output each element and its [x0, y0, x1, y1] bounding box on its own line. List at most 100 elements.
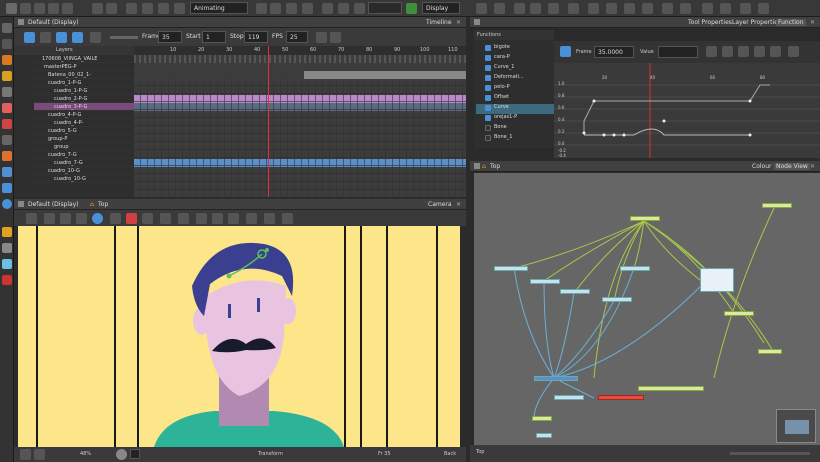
- layer-row[interactable]: cuadro_10-G: [34, 175, 149, 183]
- tab-node-view[interactable]: Node View: [774, 163, 810, 170]
- layer-row[interactable]: cuadro_1-P-G: [34, 79, 149, 87]
- stop-field[interactable]: 119: [244, 31, 268, 43]
- bone-icon[interactable]: [642, 3, 653, 14]
- camera-icon[interactable]: [494, 3, 505, 14]
- peg-node[interactable]: [758, 349, 782, 354]
- layer-row[interactable]: cuadro_2-P-G: [34, 95, 149, 103]
- pin-icon[interactable]: [160, 213, 171, 224]
- skew-icon[interactable]: [302, 3, 313, 14]
- exposure-grid[interactable]: 10 20 30 40 50 60 70 80 90 100 110: [134, 46, 466, 197]
- write-node[interactable]: [598, 395, 644, 400]
- link-icon[interactable]: [568, 3, 579, 14]
- keyframe-add-icon[interactable]: [588, 3, 599, 14]
- stop-icon[interactable]: [40, 32, 51, 43]
- peg-node[interactable]: [638, 386, 704, 391]
- light-bulb-icon[interactable]: [20, 449, 31, 460]
- reset-icon[interactable]: [106, 3, 117, 14]
- key-icon[interactable]: [706, 46, 717, 57]
- new-layer-icon[interactable]: [126, 3, 137, 14]
- line-tool-icon[interactable]: [2, 135, 12, 145]
- close-icon[interactable]: ✕: [810, 19, 815, 26]
- hand-tool-icon[interactable]: [2, 199, 12, 209]
- layer-row[interactable]: cuadro_4-P-G: [34, 111, 149, 119]
- undo-icon[interactable]: [6, 3, 17, 14]
- node-canvas[interactable]: [474, 173, 820, 445]
- bench-icon[interactable]: [246, 213, 257, 224]
- display-node[interactable]: [554, 395, 584, 400]
- envelope-icon[interactable]: [680, 3, 691, 14]
- function-graph[interactable]: [554, 63, 820, 158]
- drawing-canvas[interactable]: [14, 226, 466, 447]
- prev-frame-icon[interactable]: [330, 32, 341, 43]
- redo-icon[interactable]: [92, 3, 103, 14]
- pencil-tool-icon[interactable]: [2, 71, 12, 81]
- layer-row[interactable]: 170608_VIINGA_VAILE: [34, 55, 149, 63]
- paste-icon[interactable]: [48, 3, 59, 14]
- close-icon[interactable]: ✕: [456, 19, 461, 26]
- first-frame-icon[interactable]: [316, 32, 327, 43]
- safe-area-icon[interactable]: [60, 213, 71, 224]
- function-item-selected[interactable]: Curve: [476, 104, 554, 114]
- preview-icon[interactable]: [116, 449, 127, 460]
- drawing-node[interactable]: [620, 266, 650, 271]
- perspective-icon[interactable]: [196, 213, 207, 224]
- stop-motion-icon[interactable]: [338, 3, 349, 14]
- dropper-tool-icon[interactable]: [2, 151, 12, 161]
- volume-icon[interactable]: [90, 32, 101, 43]
- text-tool-icon[interactable]: [2, 87, 12, 97]
- camera-view-select[interactable]: Default (Display): [28, 201, 79, 208]
- cut-icon[interactable]: [20, 3, 31, 14]
- light-icon[interactable]: [178, 213, 189, 224]
- drawing-node[interactable]: [536, 433, 552, 438]
- loop-icon[interactable]: [56, 32, 67, 43]
- drawing-node[interactable]: [560, 289, 590, 294]
- camera-breadcrumb[interactable]: Top: [98, 201, 108, 208]
- drawing-icon[interactable]: [142, 3, 153, 14]
- smooth-icon[interactable]: [740, 3, 751, 14]
- peg-icon[interactable]: [158, 3, 169, 14]
- function-item[interactable]: Bone: [476, 124, 554, 134]
- transform-icon[interactable]: [256, 3, 267, 14]
- volume-slider[interactable]: [110, 36, 138, 39]
- rotate-icon[interactable]: [270, 3, 281, 14]
- function-item[interactable]: Deformati...: [476, 74, 554, 84]
- sound-icon[interactable]: [72, 32, 83, 43]
- drawing-node[interactable]: [494, 266, 528, 271]
- linear-icon[interactable]: [722, 46, 733, 57]
- layer-row[interactable]: cuadro_7-G: [34, 151, 149, 159]
- zoom-level[interactable]: 48%: [80, 451, 91, 457]
- frame-icon[interactable]: [76, 213, 87, 224]
- contour-tool-icon[interactable]: [2, 39, 12, 49]
- copy-icon[interactable]: [34, 3, 45, 14]
- select-tool-icon[interactable]: [2, 23, 12, 33]
- drawing-node[interactable]: [530, 279, 560, 284]
- layer-row[interactable]: masterPEG-P: [34, 63, 149, 71]
- camera-view-icon[interactable]: [34, 449, 45, 460]
- grid-icon[interactable]: [476, 3, 487, 14]
- layer-row[interactable]: cuadro_5-G: [34, 127, 149, 135]
- frame-field[interactable]: 35.0000: [594, 46, 634, 58]
- ease-in-icon[interactable]: [738, 46, 749, 57]
- play-icon[interactable]: [24, 32, 35, 43]
- light-table-icon[interactable]: [530, 3, 541, 14]
- paint-tool-icon[interactable]: [2, 119, 12, 129]
- tab-colour[interactable]: Colour: [752, 163, 771, 170]
- curve-icon[interactable]: [788, 46, 799, 57]
- home-icon[interactable]: ⌂: [90, 201, 94, 208]
- delete-icon[interactable]: [62, 3, 73, 14]
- value-field[interactable]: [658, 46, 698, 58]
- frame-field[interactable]: 35: [158, 31, 182, 43]
- playhead[interactable]: [268, 46, 269, 197]
- keyframe-icon[interactable]: [322, 3, 333, 14]
- function-item[interactable]: Curve_1: [476, 64, 554, 74]
- timeline-view-select[interactable]: Default (Display): [28, 19, 79, 26]
- pencil-icon[interactable]: [174, 3, 185, 14]
- peg-node[interactable]: [532, 416, 552, 421]
- function-item[interactable]: orejas1-P: [476, 114, 554, 124]
- shading-icon[interactable]: [110, 213, 121, 224]
- mode-select[interactable]: Animating: [190, 2, 248, 14]
- frame-ruler[interactable]: 10 20 30 40 50 60 70 80 90 100 110: [134, 46, 466, 55]
- deform-icon[interactable]: [624, 3, 635, 14]
- peg-selection-icon[interactable]: [406, 3, 417, 14]
- onion-icon[interactable]: [142, 213, 153, 224]
